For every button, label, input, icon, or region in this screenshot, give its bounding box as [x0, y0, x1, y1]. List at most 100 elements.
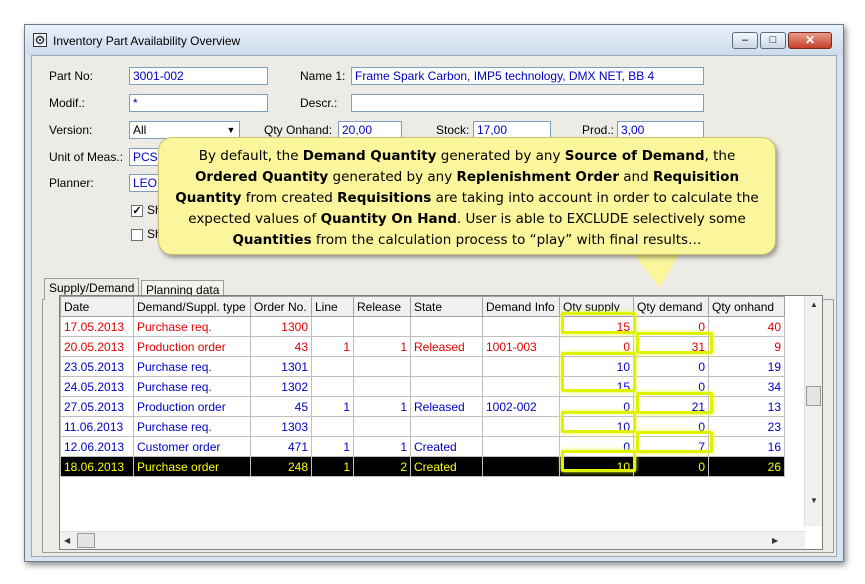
- table-cell[interactable]: [311, 316, 354, 337]
- table-row[interactable]: 23.05.2013 Purchase req. 1301 10 0 19: [60, 356, 785, 377]
- show-checkbox-2[interactable]: [131, 229, 143, 241]
- table-cell[interactable]: 1002-002: [482, 396, 560, 417]
- table-cell[interactable]: 1: [353, 336, 411, 357]
- maximize-button[interactable]: □: [760, 32, 786, 49]
- column-header[interactable]: Qty onhand: [708, 296, 785, 317]
- table-cell[interactable]: 19: [708, 356, 785, 377]
- table-cell[interactable]: 23.05.2013: [60, 356, 134, 377]
- table-cell[interactable]: Purchase req.: [133, 316, 251, 337]
- table-cell[interactable]: 17.05.2013: [60, 316, 134, 337]
- column-header[interactable]: Demand/Suppl. type: [133, 296, 251, 317]
- table-cell[interactable]: Production order: [133, 396, 251, 417]
- table-cell[interactable]: 1300: [250, 316, 312, 337]
- table-cell[interactable]: Created: [410, 456, 483, 477]
- table-cell[interactable]: [482, 456, 560, 477]
- column-header[interactable]: Line: [311, 296, 354, 317]
- scroll-up-icon[interactable]: ▲: [810, 300, 818, 309]
- table-cell[interactable]: Released: [410, 396, 483, 417]
- table-cell[interactable]: 12.06.2013: [60, 436, 134, 457]
- table-cell[interactable]: 24.05.2013: [60, 376, 134, 397]
- table-cell[interactable]: [353, 416, 411, 437]
- table-cell[interactable]: Purchase order: [133, 456, 251, 477]
- table-cell[interactable]: Purchase req.: [133, 416, 251, 437]
- show-checkbox-1[interactable]: ✓: [131, 205, 143, 217]
- chevron-down-icon[interactable]: ▼: [224, 123, 238, 137]
- callout-bold-term: Requisitions: [337, 190, 432, 206]
- table-cell[interactable]: Created: [410, 436, 483, 457]
- horizontal-scrollbar[interactable]: ◀ ▶: [60, 531, 805, 549]
- table-cell[interactable]: 9: [708, 336, 785, 357]
- table-cell[interactable]: [482, 416, 560, 437]
- table-cell[interactable]: 11.06.2013: [60, 416, 134, 437]
- table-cell[interactable]: 248: [250, 456, 312, 477]
- table-cell[interactable]: 1302: [250, 376, 312, 397]
- table-cell[interactable]: [353, 316, 411, 337]
- table-cell[interactable]: [410, 356, 483, 377]
- callout-text-segment: . User is able to EXCLUDE selectively so…: [456, 211, 746, 227]
- table-cell[interactable]: 34: [708, 376, 785, 397]
- table-cell[interactable]: [482, 316, 560, 337]
- table-cell[interactable]: [311, 376, 354, 397]
- table-cell[interactable]: 40: [708, 316, 785, 337]
- part-no-field[interactable]: 3001-002: [129, 67, 268, 85]
- table-cell[interactable]: 1: [311, 456, 354, 477]
- column-header[interactable]: Demand Info: [482, 296, 560, 317]
- column-header[interactable]: State: [410, 296, 483, 317]
- name1-field[interactable]: Frame Spark Carbon, IMP5 technology, DMX…: [351, 67, 704, 85]
- table-cell[interactable]: [353, 376, 411, 397]
- table-cell[interactable]: 18.06.2013: [60, 456, 134, 477]
- table-cell[interactable]: 1: [311, 396, 354, 417]
- table-cell[interactable]: [353, 356, 411, 377]
- callout-text-segment: from created: [241, 190, 338, 206]
- modif-field[interactable]: *: [129, 94, 268, 112]
- table-cell[interactable]: 13: [708, 396, 785, 417]
- table-cell[interactable]: [311, 416, 354, 437]
- table-cell[interactable]: [410, 416, 483, 437]
- table-cell[interactable]: 23: [708, 416, 785, 437]
- table-cell[interactable]: 1301: [250, 356, 312, 377]
- horizontal-scroll-thumb[interactable]: [77, 533, 95, 548]
- table-cell[interactable]: 0: [633, 456, 709, 477]
- table-cell[interactable]: Purchase req.: [133, 376, 251, 397]
- column-header[interactable]: Date: [60, 296, 134, 317]
- scroll-right-icon[interactable]: ▶: [772, 536, 778, 545]
- table-cell[interactable]: [482, 376, 560, 397]
- column-header[interactable]: Release: [353, 296, 411, 317]
- table-cell[interactable]: 0: [633, 356, 709, 377]
- highlight-demand-row5: [636, 392, 713, 414]
- callout-bold-term: Demand Quantity: [302, 148, 437, 164]
- table-cell[interactable]: 1: [353, 436, 411, 457]
- scroll-down-icon[interactable]: ▼: [810, 496, 818, 505]
- table-cell[interactable]: [482, 356, 560, 377]
- column-header[interactable]: Order No.: [250, 296, 312, 317]
- descr-field[interactable]: [351, 94, 704, 112]
- table-cell[interactable]: [410, 316, 483, 337]
- table-cell[interactable]: 27.05.2013: [60, 396, 134, 417]
- table-cell[interactable]: 2: [353, 456, 411, 477]
- minimize-button[interactable]: –: [732, 32, 758, 49]
- table-cell[interactable]: Released: [410, 336, 483, 357]
- table-cell[interactable]: 1: [311, 436, 354, 457]
- table-cell[interactable]: [311, 356, 354, 377]
- table-cell[interactable]: 1303: [250, 416, 312, 437]
- vertical-scrollbar[interactable]: ▲ ▼: [804, 296, 822, 526]
- table-cell[interactable]: 471: [250, 436, 312, 457]
- table-cell[interactable]: 16: [708, 436, 785, 457]
- table-cell[interactable]: 1: [311, 336, 354, 357]
- table-cell[interactable]: 1001-003: [482, 336, 560, 357]
- column-header[interactable]: Qty demand: [633, 296, 709, 317]
- close-button[interactable]: ✕: [788, 32, 832, 49]
- table-cell[interactable]: 45: [250, 396, 312, 417]
- vertical-scroll-thumb[interactable]: [806, 386, 821, 406]
- table-cell[interactable]: 43: [250, 336, 312, 357]
- table-cell[interactable]: 1: [353, 396, 411, 417]
- table-cell[interactable]: Customer order: [133, 436, 251, 457]
- scroll-left-icon[interactable]: ◀: [64, 536, 70, 545]
- table-cell[interactable]: [482, 436, 560, 457]
- table-cell[interactable]: Production order: [133, 336, 251, 357]
- table-row[interactable]: 18.06.2013 Purchase order 248 1 2 Created 10 0 2…: [60, 456, 785, 477]
- table-cell[interactable]: 26: [708, 456, 785, 477]
- table-cell[interactable]: [410, 376, 483, 397]
- table-cell[interactable]: 20.05.2013: [60, 336, 134, 357]
- table-cell[interactable]: Purchase req.: [133, 356, 251, 377]
